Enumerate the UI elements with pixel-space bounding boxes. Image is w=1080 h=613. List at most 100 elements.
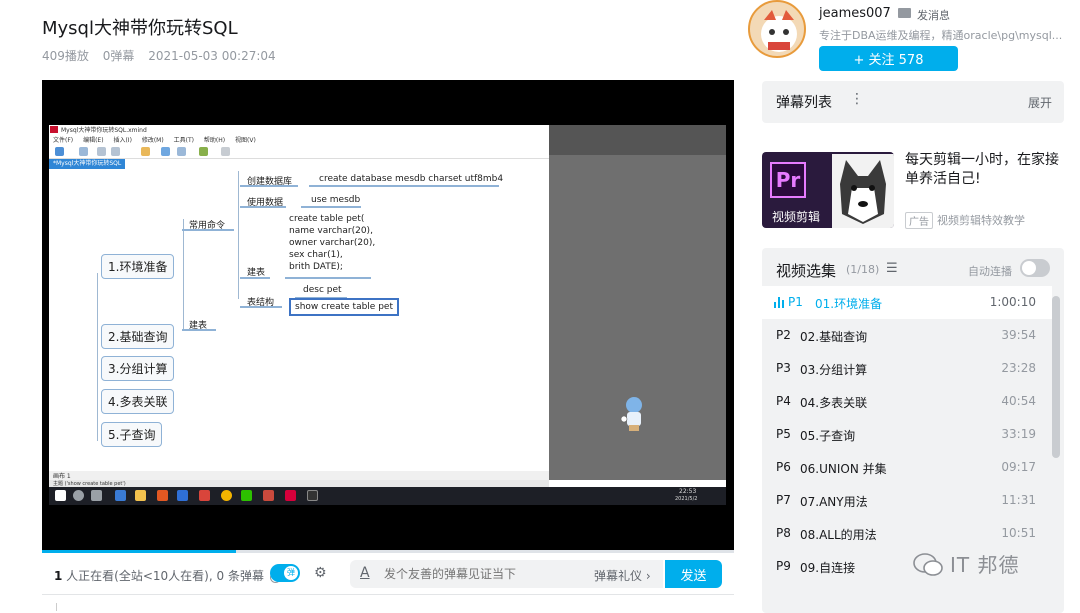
node-multi-join: 4.多表关联 [101, 389, 175, 414]
node-jianbiao: 建表 [247, 268, 266, 278]
node-subquery: 5.子查询 [101, 422, 163, 447]
danmaku-etiquette-link[interactable]: 弹幕礼仪 › [594, 567, 651, 584]
app-icon [157, 490, 168, 501]
uploader-name[interactable]: jeames007 [819, 6, 891, 21]
search-icon [73, 490, 84, 501]
ad-image[interactable]: Pr 视频剪辑 [762, 152, 894, 228]
playlist-item[interactable]: P4 04.多表关联 40:54 [762, 385, 1052, 418]
playlist-item[interactable]: P6 06.UNION 并集 09:17 [762, 451, 1052, 484]
xmind-logo-icon [50, 126, 58, 133]
node-use-db-cmd: use mesdb [311, 195, 361, 205]
ad-image-caption: 视频剪辑 [772, 210, 821, 224]
danmaku-list-title: 弹幕列表 [776, 95, 832, 111]
menu-item: 插入(I) [113, 137, 132, 144]
app-icon [177, 490, 188, 501]
danmaku-count: 0弹幕 [102, 49, 135, 63]
video-title: Mysql大神带你玩转SQL [42, 18, 238, 39]
play-count: 409播放 [42, 49, 89, 63]
divider [56, 603, 57, 611]
redo-icon [111, 147, 120, 156]
danmaku-control-bar: 1 人正在看(全站<10人在看), 0 条弹幕 ? 弹 ⚙ A 弹幕礼仪 › 发… [42, 553, 734, 595]
wechat-watermark-icon [913, 553, 943, 576]
tray-time: 22:53 [679, 488, 697, 495]
list-view-icon[interactable]: ☰ [886, 261, 898, 276]
playlist-item[interactable]: P1 01.环境准备 1:00:10 [762, 286, 1052, 319]
playlist-items: P1 01.环境准备 1:00:10 P2 02.基础查询 39:54 P3 03.分组计… [762, 286, 1052, 583]
xmind-doc-tab: *Mysql大神带你玩转SQL [49, 159, 126, 169]
autoplay-label: 自动连播 [968, 265, 1012, 278]
menu-item: 视图(V) [235, 137, 256, 144]
mindmap-canvas: 1.环境准备 2.基础查询 3.分组计算 4.多表关联 5.子查询 常用命令 建… [49, 169, 549, 461]
ad-description[interactable]: 视频剪辑特效教学 [937, 212, 1025, 228]
playlist-title: 视频选集 [776, 262, 837, 280]
avatar-image-icon [761, 10, 797, 52]
xmind-toolbar [49, 144, 549, 159]
tray-date: 2021/5/2 [675, 496, 698, 502]
mail-icon[interactable] [898, 8, 911, 18]
xmind-window-title: Mysql大神带你玩转SQL.xmind [49, 125, 549, 135]
branch-connector [238, 171, 239, 299]
node-show-create-cmd: show create table pet [289, 298, 399, 316]
folder-icon [135, 490, 146, 501]
video-meta: 409播放 0弹幕 2021-05-03 00:27:04 [42, 47, 286, 64]
danmaku-list-header[interactable]: 弹幕列表 ⋮ 展开 [762, 81, 1064, 123]
undo-icon [97, 147, 106, 156]
playlist-item[interactable]: P5 05.子查询 33:19 [762, 418, 1052, 451]
xmind-task-icon [285, 490, 296, 501]
node-create-db-cmd: create database mesdb charset utf8mb4 [319, 174, 504, 184]
node-table-struct: 表结构 [247, 298, 275, 308]
video-player[interactable]: Mysql大神带你玩转SQL.xmind 文件(F) 编辑(E) 插入(I) 修… [42, 80, 734, 550]
more-icon[interactable]: ⋮ [850, 91, 864, 107]
more-icon [221, 147, 230, 156]
node-create-db: 创建数据库 [247, 177, 293, 187]
autoplay-toggle[interactable] [1020, 259, 1050, 277]
save-icon [79, 147, 88, 156]
node-common-commands: 常用命令 [189, 221, 226, 231]
send-message-link[interactable]: 发消息 [917, 7, 950, 23]
xmind-status-topic: 主题 ('show create table pet') [49, 480, 549, 487]
topic-icon [141, 147, 150, 156]
follow-button[interactable]: + 关注 578 [819, 46, 958, 71]
side-panel-header [549, 125, 726, 155]
app-icon [263, 490, 274, 501]
playlist-item[interactable]: P8 08.ALL的用法 10:51 [762, 517, 1052, 550]
husky-icon [832, 154, 894, 228]
danmaku-style-icon[interactable]: A [360, 565, 370, 581]
now-playing-icon [774, 297, 784, 308]
windows-taskbar: 22:53 2021/5/2 [49, 487, 726, 505]
ad-tag: 广告 [905, 212, 933, 229]
watermark-text: IT 邦德 [950, 553, 1020, 577]
ad-title[interactable]: 每天剪辑一小时，在家接单养活自己! [905, 151, 1067, 189]
playlist-count: (1/18) [846, 263, 880, 276]
playlist-item[interactable]: P2 02.基础查询 39:54 [762, 319, 1052, 352]
playlist-scrollbar[interactable] [1052, 296, 1060, 458]
danmaku-input[interactable] [384, 565, 574, 583]
relation-icon [161, 147, 170, 156]
windows-start-icon [55, 490, 66, 501]
viewer-count: 1 人正在看(全站<10人在看), 0 条弹幕 ? [54, 567, 281, 584]
danmaku-list-expand[interactable]: 展开 [1028, 94, 1052, 111]
task-view-icon [91, 490, 102, 501]
uploader-avatar[interactable] [748, 0, 806, 58]
branch-connector [97, 273, 98, 441]
uploader-bio: 专注于DBA运维及编程，精通oracle\pg\mysql... [819, 29, 1063, 42]
node-env-setup: 1.环境准备 [101, 254, 175, 279]
premiere-logo-icon: Pr [770, 162, 806, 198]
danmaku-settings-icon[interactable]: ⚙ [314, 565, 334, 582]
menu-item: 修改(M) [141, 137, 164, 144]
video-frame: Mysql大神带你玩转SQL.xmind 文件(F) 编辑(E) 插入(I) 修… [49, 125, 726, 505]
terminal-icon [307, 490, 318, 501]
mascot-icon [620, 397, 642, 431]
chrome-icon [221, 490, 232, 501]
playlist-item[interactable]: P7 07.ANY用法 11:31 [762, 484, 1052, 517]
send-button[interactable]: 发送 [665, 560, 722, 588]
node-group-calc: 3.分组计算 [101, 356, 175, 381]
menu-item: 工具(T) [173, 137, 194, 144]
xmind-menubar: 文件(F) 编辑(E) 插入(I) 修改(M) 工具(T) 帮助(H) 视图(V… [49, 135, 549, 144]
wechat-icon [241, 490, 252, 501]
menu-item: 文件(F) [53, 137, 74, 144]
danmaku-toggle[interactable]: 弹 [270, 564, 300, 582]
menu-item: 帮助(H) [203, 137, 226, 144]
boundary-icon [177, 147, 186, 156]
playlist-item[interactable]: P3 03.分组计算 23:28 [762, 352, 1052, 385]
